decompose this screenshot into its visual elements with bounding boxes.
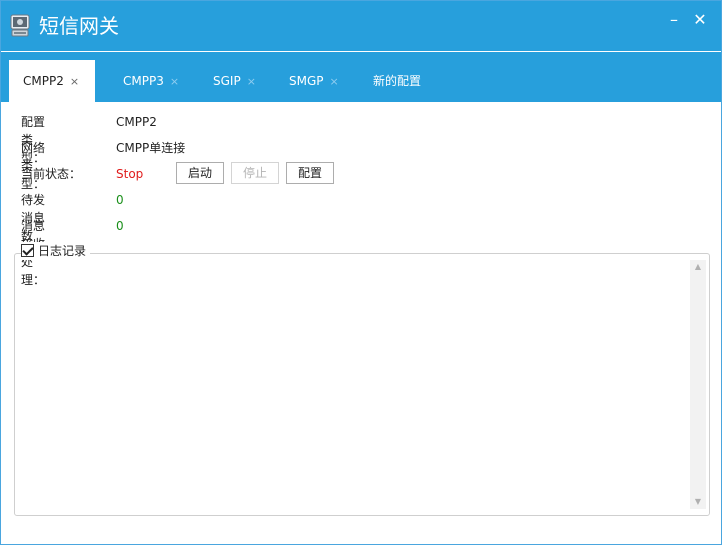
tab-cmpp2[interactable]: CMPP2 × xyxy=(9,60,95,102)
tab-label: SGIP xyxy=(213,74,241,88)
tab-bar: CMPP2 × CMPP3 × SGIP × SMGP × 新的配置 xyxy=(1,52,721,102)
close-icon[interactable]: ✕ xyxy=(689,9,711,31)
tab-label: 新的配置 xyxy=(373,74,422,88)
network-type-value: CMPP单连接 xyxy=(116,141,186,155)
status-label: 当前状态： xyxy=(21,167,82,181)
main-window: 短信网关 – ✕ CMPP2 × CMPP3 × SGIP × SMGP × 新的配置 … xyxy=(0,0,722,545)
tab-smgp[interactable]: SMGP × xyxy=(275,60,353,102)
status-row: 当前状态： Stop 启动 停止 配置 xyxy=(21,162,351,184)
start-button[interactable]: 启动 xyxy=(176,162,224,184)
stop-button[interactable]: 停止 xyxy=(231,162,279,184)
tab-close-icon[interactable]: × xyxy=(330,75,339,88)
minimize-icon[interactable]: – xyxy=(663,9,685,31)
config-button[interactable]: 配置 xyxy=(286,162,334,184)
title-bar[interactable]: 短信网关 – ✕ xyxy=(1,1,721,51)
pending-value: 0 xyxy=(116,193,124,207)
tab-sgip[interactable]: SGIP × xyxy=(199,60,267,102)
status-value: Stop xyxy=(116,167,144,181)
log-scrollbar[interactable]: ▲ ▼ xyxy=(690,260,706,509)
app-icon xyxy=(10,14,30,37)
tab-close-icon[interactable]: × xyxy=(247,75,256,88)
tab-label: CMPP3 xyxy=(123,74,164,88)
tab-cmpp3[interactable]: CMPP3 × xyxy=(109,60,193,102)
scroll-up-icon[interactable]: ▲ xyxy=(690,260,706,274)
log-textarea[interactable]: ▲ ▼ xyxy=(14,253,710,516)
scroll-down-icon[interactable]: ▼ xyxy=(690,495,706,509)
received-value: 0 xyxy=(116,219,124,233)
tab-new-config[interactable]: 新的配置 xyxy=(359,60,439,102)
tab-label: CMPP2 xyxy=(23,74,64,88)
tab-label: SMGP xyxy=(289,74,324,88)
log-checkbox-group[interactable]: 日志记录 xyxy=(21,242,91,260)
log-label: 日志记录 xyxy=(38,244,87,258)
tab-close-icon[interactable]: × xyxy=(170,75,179,88)
checkbox-icon[interactable] xyxy=(21,244,34,257)
config-type-value: CMPP2 xyxy=(116,115,157,129)
app-title: 短信网关 xyxy=(39,14,119,38)
tab-content: 配置类型： CMPP2 网络类型： CMPP单连接 当前状态： Stop 启动 … xyxy=(1,102,721,544)
tab-close-icon[interactable]: × xyxy=(70,75,79,88)
